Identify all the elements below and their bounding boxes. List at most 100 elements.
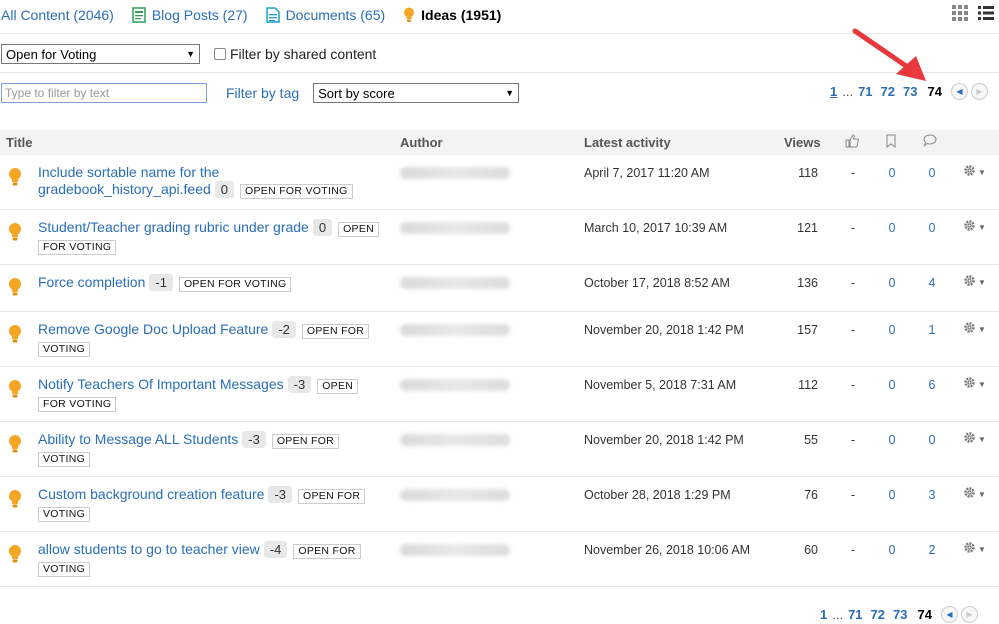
views-count: 112 (798, 378, 818, 392)
bookmarks-count[interactable]: 0 (884, 488, 900, 502)
chevron-down-icon: ▼ (186, 49, 195, 59)
likes-count: - (850, 378, 856, 392)
views-count: 136 (797, 276, 818, 290)
bookmarks-count[interactable]: 0 (884, 276, 900, 290)
checkbox-box[interactable] (214, 48, 226, 60)
row-actions-menu[interactable]: ▼ (963, 376, 986, 392)
row-actions-menu[interactable]: ▼ (963, 541, 986, 557)
gear-icon (963, 541, 976, 557)
gear-icon (963, 164, 976, 180)
page-link[interactable]: 72 (881, 84, 895, 99)
gear-icon (963, 376, 976, 392)
column-header-author[interactable]: Author (400, 135, 443, 150)
comment-icon[interactable] (923, 134, 937, 150)
comments-count[interactable]: 6 (924, 378, 940, 392)
grid-view-icon[interactable] (951, 4, 969, 22)
page-link[interactable]: 72 (871, 607, 885, 622)
comments-count[interactable]: 0 (924, 166, 940, 180)
comments-count[interactable]: 3 (924, 488, 940, 502)
sort-select[interactable]: Sort by score ▼ (313, 83, 520, 103)
table-header: Title Author Latest activity Views (0, 130, 999, 155)
idea-title-link[interactable]: Student/Teacher grading rubric under gra… (38, 219, 309, 235)
column-header-views[interactable]: Views (784, 135, 821, 150)
list-view-icon[interactable] (977, 4, 995, 22)
comments-count[interactable]: 1 (924, 323, 940, 337)
score-badge: -3 (242, 431, 266, 448)
views-count: 118 (798, 166, 818, 180)
chevron-down-icon: ▼ (978, 434, 986, 444)
chevron-down-icon: ▼ (978, 544, 986, 554)
filter-by-tag-link[interactable]: Filter by tag (226, 85, 299, 101)
tab-all-content[interactable]: All Content (2046) (1, 7, 114, 23)
chevron-down-icon: ▼ (978, 277, 986, 287)
chevron-down-icon: ▼ (978, 167, 986, 177)
column-header-title[interactable]: Title (6, 135, 33, 150)
idea-title-cell: Student/Teacher grading rubric under gra… (38, 219, 388, 255)
status-badge: FOR VOTING (38, 240, 117, 255)
table-row: Remove Google Doc Upload Feature -2 OPEN F… (0, 312, 999, 367)
author-blurred (400, 324, 510, 336)
red-arrow-annotation (852, 28, 926, 81)
idea-title-link[interactable]: Include sortable name for the (38, 164, 219, 180)
next-page-icon[interactable]: ▶ (960, 606, 978, 623)
gear-icon (963, 321, 976, 337)
bookmarks-count[interactable]: 0 (884, 166, 900, 180)
author-blurred (400, 167, 510, 179)
row-actions-menu[interactable]: ▼ (963, 486, 986, 502)
pagination-ellipsis: ... (842, 84, 854, 99)
row-actions-menu[interactable]: ▼ (963, 321, 986, 337)
gear-icon (963, 219, 976, 235)
like-icon[interactable] (845, 134, 859, 151)
page-link[interactable]: 73 (903, 84, 917, 99)
bookmarks-count[interactable]: 0 (884, 433, 900, 447)
idea-title-link[interactable]: Remove Google Doc Upload Feature (38, 321, 268, 337)
lightbulb-icon (8, 278, 22, 299)
idea-title-link[interactable]: allow students to go to teacher view (38, 541, 260, 557)
status-badge: OPEN (317, 379, 359, 394)
score-badge: -4 (263, 541, 288, 558)
tab-documents[interactable]: Documents (65) (265, 7, 385, 23)
prev-page-icon[interactable]: ◀ (950, 83, 968, 100)
page-link[interactable]: 73 (893, 607, 907, 622)
lightbulb-icon (8, 325, 22, 346)
idea-title-link[interactable]: Ability to Message ALL Students (38, 431, 238, 447)
status-select[interactable]: Open for Voting ▼ (1, 44, 200, 64)
prev-page-icon[interactable]: ◀ (940, 606, 958, 623)
idea-title-link[interactable]: gradebook_history_api.feed (38, 181, 211, 197)
bookmarks-count[interactable]: 0 (884, 543, 900, 557)
page-link-first[interactable]: 1 (820, 607, 827, 622)
idea-title-link[interactable]: Notify Teachers Of Important Messages (38, 376, 284, 392)
page-link-first[interactable]: 1 (830, 84, 837, 99)
idea-title-cell: Ability to Message ALL Students -3 OPEN FO… (38, 431, 388, 467)
latest-activity: October 28, 2018 1:29 PM (584, 488, 731, 502)
comments-count[interactable]: 4 (924, 276, 940, 290)
blog-post-icon (132, 7, 146, 23)
bookmarks-count[interactable]: 0 (884, 323, 900, 337)
bookmarks-count[interactable]: 0 (884, 378, 900, 392)
tab-blog-posts[interactable]: Blog Posts (27) (132, 7, 248, 23)
comments-count[interactable]: 0 (924, 221, 940, 235)
pagination-top: 1 ... 71 72 73 74 ◀ ▶ (826, 83, 988, 100)
pagination-ellipsis: ... (832, 607, 844, 622)
bookmark-icon[interactable] (885, 134, 897, 151)
row-actions-menu[interactable]: ▼ (963, 219, 986, 235)
comments-count[interactable]: 2 (924, 543, 940, 557)
page-link[interactable]: 71 (858, 84, 872, 99)
idea-title-link[interactable]: Custom background creation feature (38, 486, 264, 502)
next-page-icon[interactable]: ▶ (970, 83, 988, 100)
filter-text-input[interactable]: Type to filter by text (1, 83, 207, 103)
idea-title-link[interactable]: Force completion (38, 274, 145, 290)
row-actions-menu[interactable]: ▼ (963, 431, 986, 447)
latest-activity: November 26, 2018 10:06 AM (584, 543, 751, 557)
column-header-activity[interactable]: Latest activity (584, 135, 671, 150)
author-blurred (400, 379, 510, 391)
row-actions-menu[interactable]: ▼ (963, 164, 986, 180)
row-actions-menu[interactable]: ▼ (963, 274, 986, 290)
comments-count[interactable]: 0 (924, 433, 940, 447)
lightbulb-icon (8, 380, 22, 401)
tab-ideas[interactable]: Ideas (1951) (403, 7, 501, 23)
shared-content-checkbox[interactable]: Filter by shared content (214, 46, 376, 62)
page-link[interactable]: 71 (848, 607, 862, 622)
bookmarks-count[interactable]: 0 (884, 221, 900, 235)
status-select-value: Open for Voting (6, 46, 97, 62)
